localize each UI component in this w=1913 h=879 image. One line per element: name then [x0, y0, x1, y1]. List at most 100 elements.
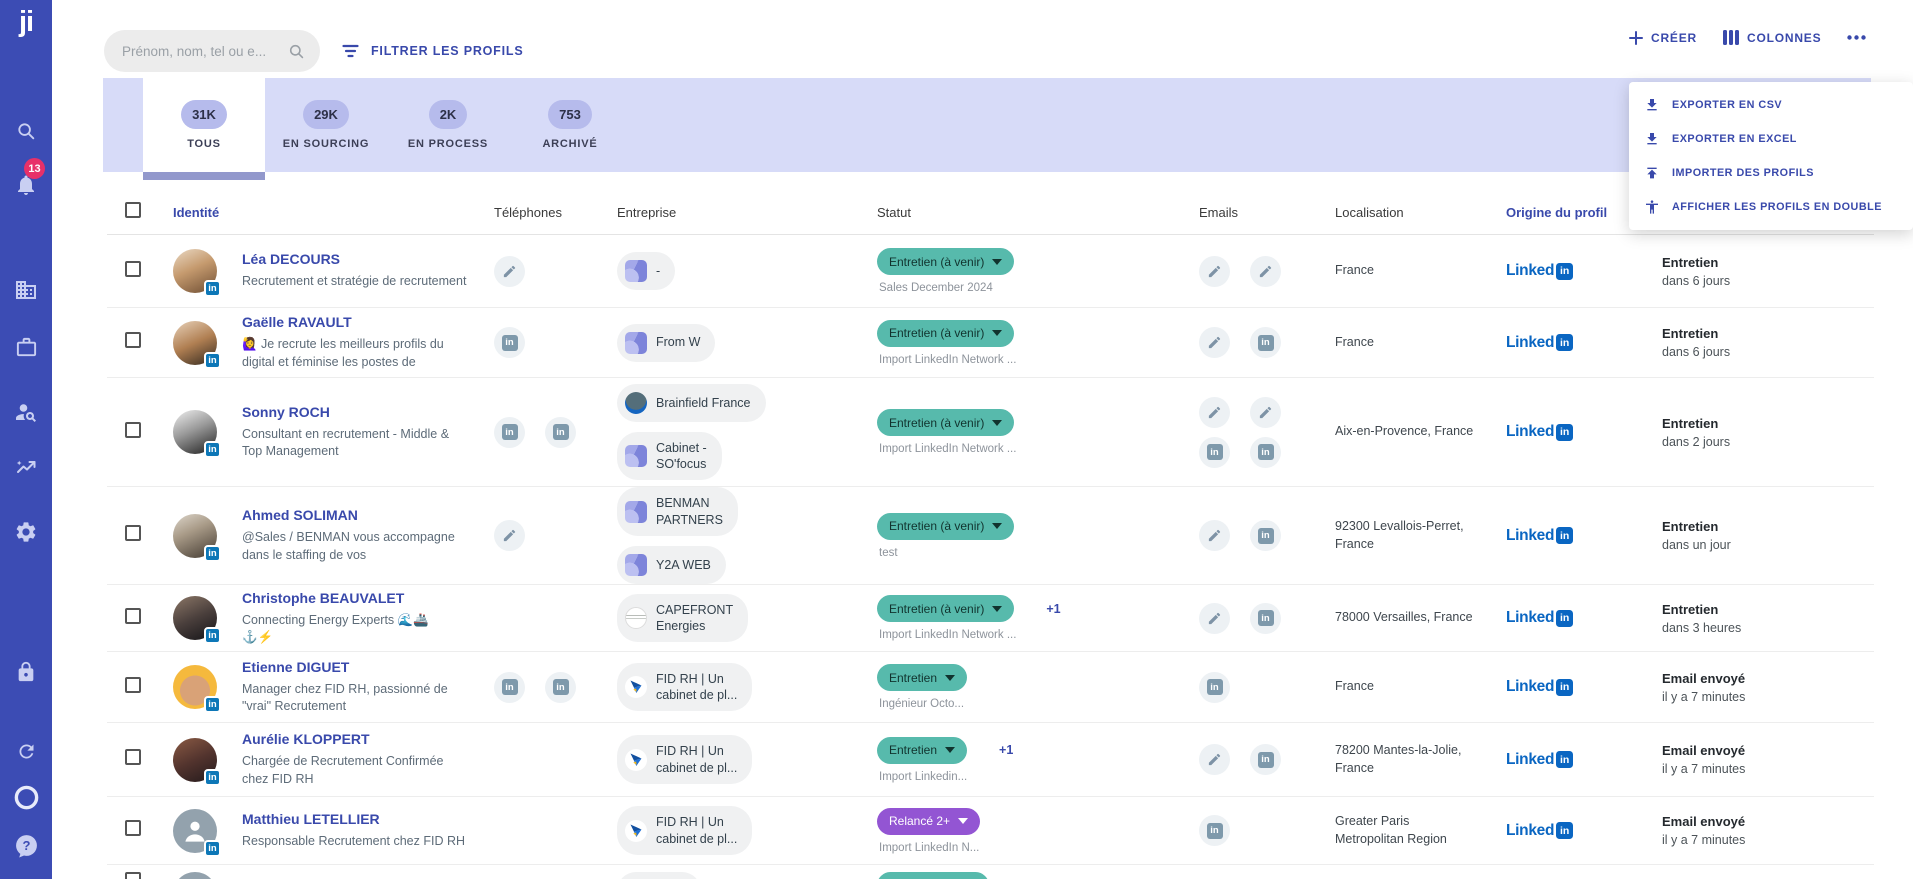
row-checkbox[interactable] — [125, 749, 141, 765]
status-pill[interactable]: Relancé 2+ — [877, 808, 980, 835]
edit-phone-icon[interactable] — [494, 256, 525, 287]
company-pill[interactable]: Cabinet - SO'focus — [617, 432, 722, 481]
search-input[interactable] — [122, 44, 287, 59]
refresh-icon[interactable] — [0, 733, 52, 769]
row-checkbox[interactable] — [125, 525, 141, 541]
edit-email-icon[interactable] — [1250, 397, 1281, 428]
row-checkbox[interactable] — [125, 872, 141, 879]
status-pill[interactable]: Entretien (à venir) — [877, 513, 1014, 540]
companies-building-icon[interactable] — [0, 272, 52, 308]
settings-gear-icon[interactable] — [0, 514, 52, 550]
status-pill[interactable] — [877, 872, 989, 879]
status-pill[interactable]: Entretien — [877, 737, 967, 764]
linkedin-email-icon[interactable]: in — [1250, 520, 1281, 551]
profile-name-link[interactable]: Gaëlle RAVAULT — [242, 314, 352, 330]
linkedin-phone-icon[interactable]: in — [494, 417, 525, 448]
status-plus-badge[interactable]: +1 — [999, 743, 1013, 757]
linkedin-logo[interactable]: Linkedin — [1506, 423, 1573, 441]
tab-tous[interactable]: 31KTOUS — [143, 78, 265, 172]
column-header-emails[interactable]: Emails — [1190, 205, 1325, 220]
company-pill[interactable]: - — [617, 252, 675, 290]
security-lock-icon[interactable] — [0, 654, 52, 690]
profile-name-link[interactable]: Matthieu LETELLIER — [242, 811, 380, 827]
menu-item-exporter-en-csv[interactable]: EXPORTER EN CSV — [1629, 88, 1913, 122]
edit-email-icon[interactable] — [1250, 256, 1281, 287]
status-pill[interactable]: Entretien — [877, 664, 967, 691]
linkedin-email-icon[interactable]: in — [1250, 603, 1281, 634]
column-header-localisation[interactable]: Localisation — [1325, 205, 1495, 220]
edit-email-icon[interactable] — [1199, 327, 1230, 358]
analytics-trending-icon[interactable] — [0, 450, 52, 486]
linkedin-phone-icon[interactable]: in — [545, 417, 576, 448]
column-header-entreprise[interactable]: Entreprise — [607, 205, 867, 220]
notifications-bell-icon[interactable]: 13 — [0, 167, 52, 203]
company-pill[interactable]: BENMAN PARTNERS — [617, 487, 738, 536]
tab-en-sourcing[interactable]: 29KEN SOURCING — [265, 78, 387, 172]
menu-item-exporter-en-excel[interactable]: EXPORTER EN EXCEL — [1629, 122, 1913, 156]
profile-name-link[interactable]: Christophe BEAUVALET — [242, 590, 404, 606]
columns-button[interactable]: COLONNES — [1723, 30, 1821, 45]
linkedin-phone-icon[interactable]: in — [494, 672, 525, 703]
filter-profiles-button[interactable]: FILTRER LES PROFILS — [342, 36, 523, 66]
linkedin-phone-icon[interactable]: in — [545, 672, 576, 703]
search-icon[interactable] — [0, 113, 52, 149]
avatar[interactable]: in — [173, 596, 217, 640]
edit-email-icon[interactable] — [1199, 603, 1230, 634]
status-pill[interactable]: Entretien (à venir) — [877, 595, 1014, 622]
edit-email-icon[interactable] — [1199, 744, 1230, 775]
status-ring-icon[interactable] — [0, 779, 52, 815]
candidate-search-icon[interactable] — [0, 394, 52, 430]
avatar[interactable]: in — [173, 665, 217, 709]
avatar[interactable]: in — [173, 410, 217, 454]
column-header-statut[interactable]: Statut — [867, 205, 1190, 220]
avatar[interactable]: in — [173, 809, 217, 853]
avatar[interactable]: in — [173, 321, 217, 365]
avatar[interactable]: in — [173, 738, 217, 782]
row-checkbox[interactable] — [125, 261, 141, 277]
row-checkbox[interactable] — [125, 677, 141, 693]
linkedin-phone-icon[interactable]: in — [494, 327, 525, 358]
status-pill[interactable]: Entretien (à venir) — [877, 409, 1014, 436]
avatar[interactable]: in — [173, 514, 217, 558]
column-header-telephones[interactable]: Téléphones — [480, 205, 607, 220]
column-header-identite[interactable]: Identité — [173, 205, 480, 220]
profile-name-link[interactable]: Aurélie KLOPPERT — [242, 731, 370, 747]
linkedin-logo[interactable]: Linkedin — [1506, 262, 1573, 280]
linkedin-email-icon[interactable]: in — [1250, 437, 1281, 468]
jobs-briefcase-icon[interactable] — [0, 329, 52, 365]
menu-item-afficher-les-profils-en-double[interactable]: AFFICHER LES PROFILS EN DOUBLE — [1629, 190, 1913, 224]
avatar[interactable]: in — [173, 249, 217, 293]
row-checkbox[interactable] — [125, 820, 141, 836]
linkedin-email-icon[interactable]: in — [1199, 815, 1230, 846]
edit-email-icon[interactable] — [1199, 256, 1230, 287]
profile-name-link[interactable]: Ahmed SOLIMAN — [242, 507, 358, 523]
company-pill[interactable] — [617, 872, 701, 879]
profile-name-link[interactable]: Léa DECOURS — [242, 251, 340, 267]
app-logo[interactable]: ji — [0, 6, 52, 39]
menu-item-importer-des-profils[interactable]: IMPORTER DES PROFILS — [1629, 156, 1913, 190]
create-button[interactable]: CRÉER — [1629, 31, 1697, 45]
linkedin-email-icon[interactable]: in — [1199, 672, 1230, 703]
tab-archive[interactable]: 753ARCHIVÉ — [509, 78, 631, 172]
company-pill[interactable]: From W — [617, 324, 715, 362]
company-pill[interactable]: FID RH | Un cabinet de pl... — [617, 806, 752, 855]
linkedin-logo[interactable]: Linkedin — [1506, 678, 1573, 696]
avatar[interactable]: in — [173, 872, 217, 879]
edit-phone-icon[interactable] — [494, 520, 525, 551]
linkedin-logo[interactable]: Linkedin — [1506, 822, 1573, 840]
status-plus-badge[interactable]: +1 — [1046, 602, 1060, 616]
column-header-origine-du-profil[interactable]: Origine du profil — [1495, 205, 1650, 220]
profile-name-link[interactable]: Etienne DIGUET — [242, 659, 349, 675]
company-pill[interactable]: Brainfield France — [617, 384, 766, 422]
linkedin-logo[interactable]: Linkedin — [1506, 609, 1573, 627]
select-all-checkbox[interactable] — [125, 202, 141, 218]
status-pill[interactable]: Entretien (à venir) — [877, 320, 1014, 347]
edit-email-icon[interactable] — [1199, 520, 1230, 551]
linkedin-logo[interactable]: Linkedin — [1506, 334, 1573, 352]
tab-en-process[interactable]: 2KEN PROCESS — [387, 78, 509, 172]
status-pill[interactable]: Entretien (à venir) — [877, 248, 1014, 275]
linkedin-email-icon[interactable]: in — [1250, 327, 1281, 358]
edit-email-icon[interactable] — [1199, 397, 1230, 428]
linkedin-logo[interactable]: Linkedin — [1506, 751, 1573, 769]
row-checkbox[interactable] — [125, 422, 141, 438]
